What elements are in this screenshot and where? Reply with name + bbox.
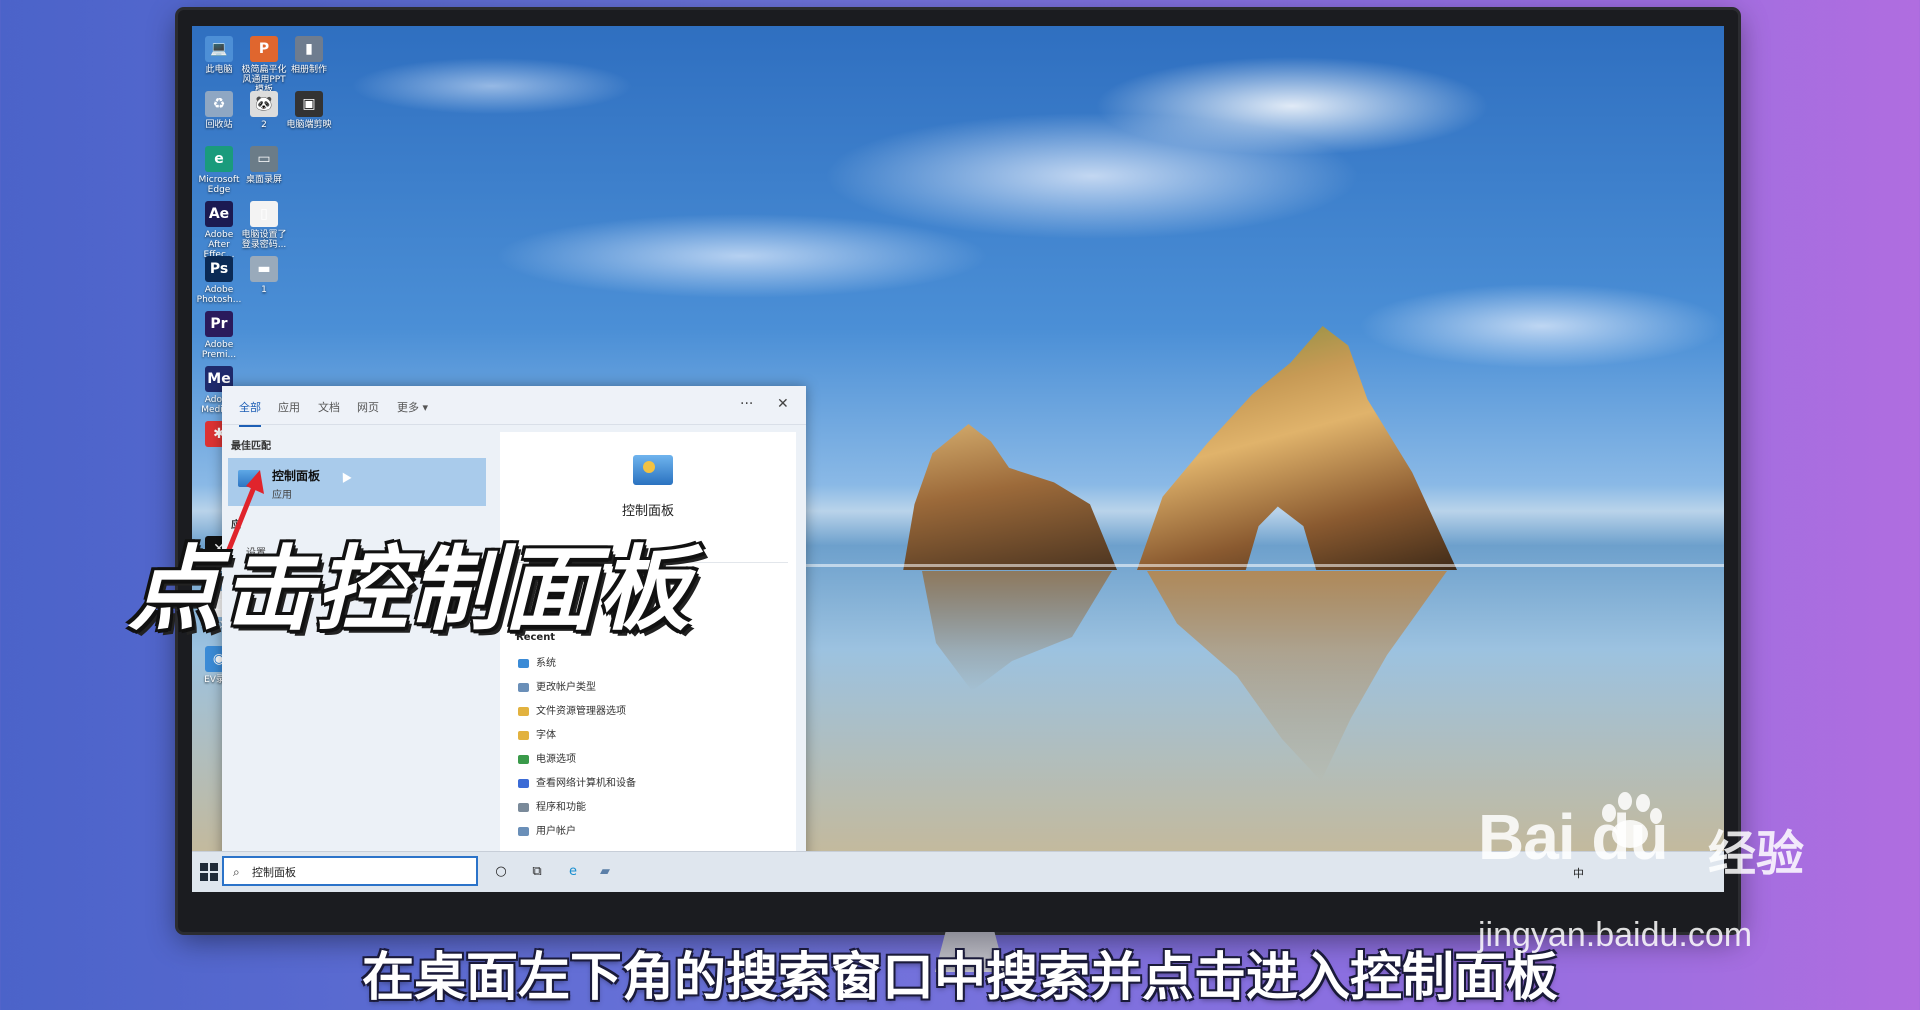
desktop-app-icon: 🐼: [250, 91, 278, 117]
desktop-app-icon: ♻: [205, 91, 233, 117]
desktop-app-icon: ▣: [295, 91, 323, 117]
desktop-icon[interactable]: e Microsoft Edge: [195, 146, 243, 195]
cortana-icon[interactable]: ○: [492, 863, 510, 881]
recent-item-label: 文件资源管理器选项: [536, 706, 626, 717]
desktop-icon[interactable]: ♻ 回收站: [195, 91, 243, 130]
recent-item[interactable]: 字体: [516, 727, 636, 751]
desktop-app-icon: 💻: [205, 36, 233, 62]
tab-all[interactable]: 全部: [239, 399, 261, 427]
more-options-icon[interactable]: ···: [740, 396, 753, 412]
search-input[interactable]: [250, 861, 474, 883]
desktop-icon[interactable]: Ae Adobe After Effec...: [195, 201, 243, 260]
watermark-jingyan: 经验: [1708, 826, 1805, 882]
desktop-app-icon: ▯: [250, 201, 278, 227]
recent-item-label: 用户帐户: [536, 826, 576, 837]
desktop-icon-label: Adobe Photosh...: [196, 285, 242, 305]
tab-apps[interactable]: 应用: [278, 399, 300, 415]
desktop-icon-label: 回收站: [205, 120, 233, 130]
tab-web[interactable]: 网页: [357, 399, 379, 415]
recent-item-icon: [518, 755, 529, 764]
recent-item-label: 更改帐户类型: [536, 682, 596, 693]
best-match-type: 应用: [272, 490, 292, 501]
recent-item-icon: [518, 803, 529, 812]
overlay-caption: 点击控制面板: [128, 536, 693, 643]
desktop-icon-label: 此电脑: [205, 65, 233, 75]
sea-stack-left: [903, 424, 1117, 570]
recent-item[interactable]: 程序和功能: [516, 799, 636, 823]
desktop-icon-label: 电脑设置了登录密码...: [241, 230, 287, 250]
desktop-app-icon: e: [205, 146, 233, 172]
baidu-paw-icon: [1596, 790, 1666, 850]
recent-item[interactable]: 查看网络计算机和设备: [516, 775, 636, 799]
search-tabs: 全部 应用 文档 网页 更多 ▾ ··· ✕: [222, 386, 806, 427]
recent-item-icon: [518, 707, 529, 716]
edge-icon[interactable]: e: [564, 863, 582, 881]
recent-item[interactable]: 用户帐户: [516, 823, 636, 847]
desktop-icon-label: 2: [261, 120, 267, 130]
recent-item[interactable]: 系统: [516, 655, 636, 679]
watermark-url: jingyan.baidu.com: [1478, 916, 1753, 954]
desktop-app-icon: ▬: [250, 256, 278, 282]
desktop-icon-label: 相册制作: [290, 65, 327, 75]
recent-item-icon: [518, 659, 529, 668]
task-view-icon[interactable]: ⧉: [528, 863, 546, 881]
desktop-icon[interactable]: 🐼 2: [240, 91, 288, 130]
recent-item-label: 查看网络计算机和设备: [536, 778, 636, 789]
monitor-frame: 💻 此电脑 P 极简扁平化风通用PPT模板 ▮ 相册制作 ♻ 回收站 🐼 2 ▣ 电脑端剪映 e Micr…: [178, 10, 1738, 932]
desktop-icon-label: 电脑端剪映: [286, 120, 332, 130]
desktop-icon-label: 1: [261, 285, 267, 295]
recent-item-icon: [518, 827, 529, 836]
desktop-icon[interactable]: Ps Adobe Photosh...: [195, 256, 243, 305]
search-icon: ⌕: [233, 865, 240, 879]
best-match-heading: 最佳匹配: [231, 441, 271, 452]
recent-item-icon: [518, 779, 529, 788]
desktop-screen: 💻 此电脑 P 极简扁平化风通用PPT模板 ▮ 相册制作 ♻ 回收站 🐼 2 ▣ 电脑端剪映 e Micr…: [192, 26, 1724, 892]
desktop-icon[interactable]: ▭ 桌面录屏: [240, 146, 288, 185]
desktop-app-icon: Ps: [205, 256, 233, 282]
pinned-app-icon[interactable]: ▰: [596, 863, 614, 881]
desktop-icon[interactable]: ▬ 1: [240, 256, 288, 295]
desktop-icon-label: Microsoft Edge: [198, 175, 240, 195]
desktop-app-icon: ▭: [250, 146, 278, 172]
recent-item-icon: [518, 731, 529, 740]
desktop-icon[interactable]: ▮ 相册制作: [285, 36, 333, 75]
close-icon[interactable]: ✕: [777, 396, 789, 412]
recent-item[interactable]: 电源选项: [516, 751, 636, 775]
desktop-icon-label: Adobe Premi...: [201, 340, 237, 360]
desktop-icon-label: 桌面录屏: [245, 175, 282, 185]
desktop-app-icon: Pr: [205, 311, 233, 337]
best-match-title: 控制面板: [272, 469, 321, 483]
recent-item-label: 程序和功能: [536, 802, 586, 813]
reflection-right: [1147, 571, 1447, 781]
taskbar-search-box[interactable]: ⌕: [222, 856, 478, 886]
recent-item-label: 系统: [536, 658, 556, 669]
desktop-app-icon: Ae: [205, 201, 233, 227]
mouse-cursor-icon: [338, 470, 352, 483]
recent-item[interactable]: 文件资源管理器选项: [516, 703, 636, 727]
recent-list: 系统更改帐户类型文件资源管理器选项 字体电源选项查看网络计算机和设备 程序和功能用户…: [516, 655, 636, 847]
windows-start-icon[interactable]: [200, 863, 218, 881]
desktop-icon[interactable]: Pr Adobe Premi...: [195, 311, 243, 360]
recent-item[interactable]: 更改帐户类型: [516, 679, 636, 703]
tab-documents[interactable]: 文档: [318, 399, 340, 415]
desktop-app-icon: ▮: [295, 36, 323, 62]
reflection-left: [922, 571, 1112, 691]
desktop-icon[interactable]: ▯ 电脑设置了登录密码...: [240, 201, 288, 250]
tab-more[interactable]: 更多 ▾: [397, 399, 428, 415]
recent-item-label: 字体: [536, 730, 556, 741]
recent-item-icon: [518, 683, 529, 692]
desktop-app-icon: P: [250, 36, 278, 62]
desktop-icon[interactable]: 💻 此电脑: [195, 36, 243, 75]
recent-item-label: 电源选项: [536, 754, 576, 765]
desktop-icon[interactable]: P 极简扁平化风通用PPT模板: [240, 36, 288, 95]
sea-stack-right: [1137, 326, 1457, 570]
control-panel-large-icon: [633, 455, 673, 485]
desktop-icon[interactable]: ▣ 电脑端剪映: [285, 91, 333, 130]
